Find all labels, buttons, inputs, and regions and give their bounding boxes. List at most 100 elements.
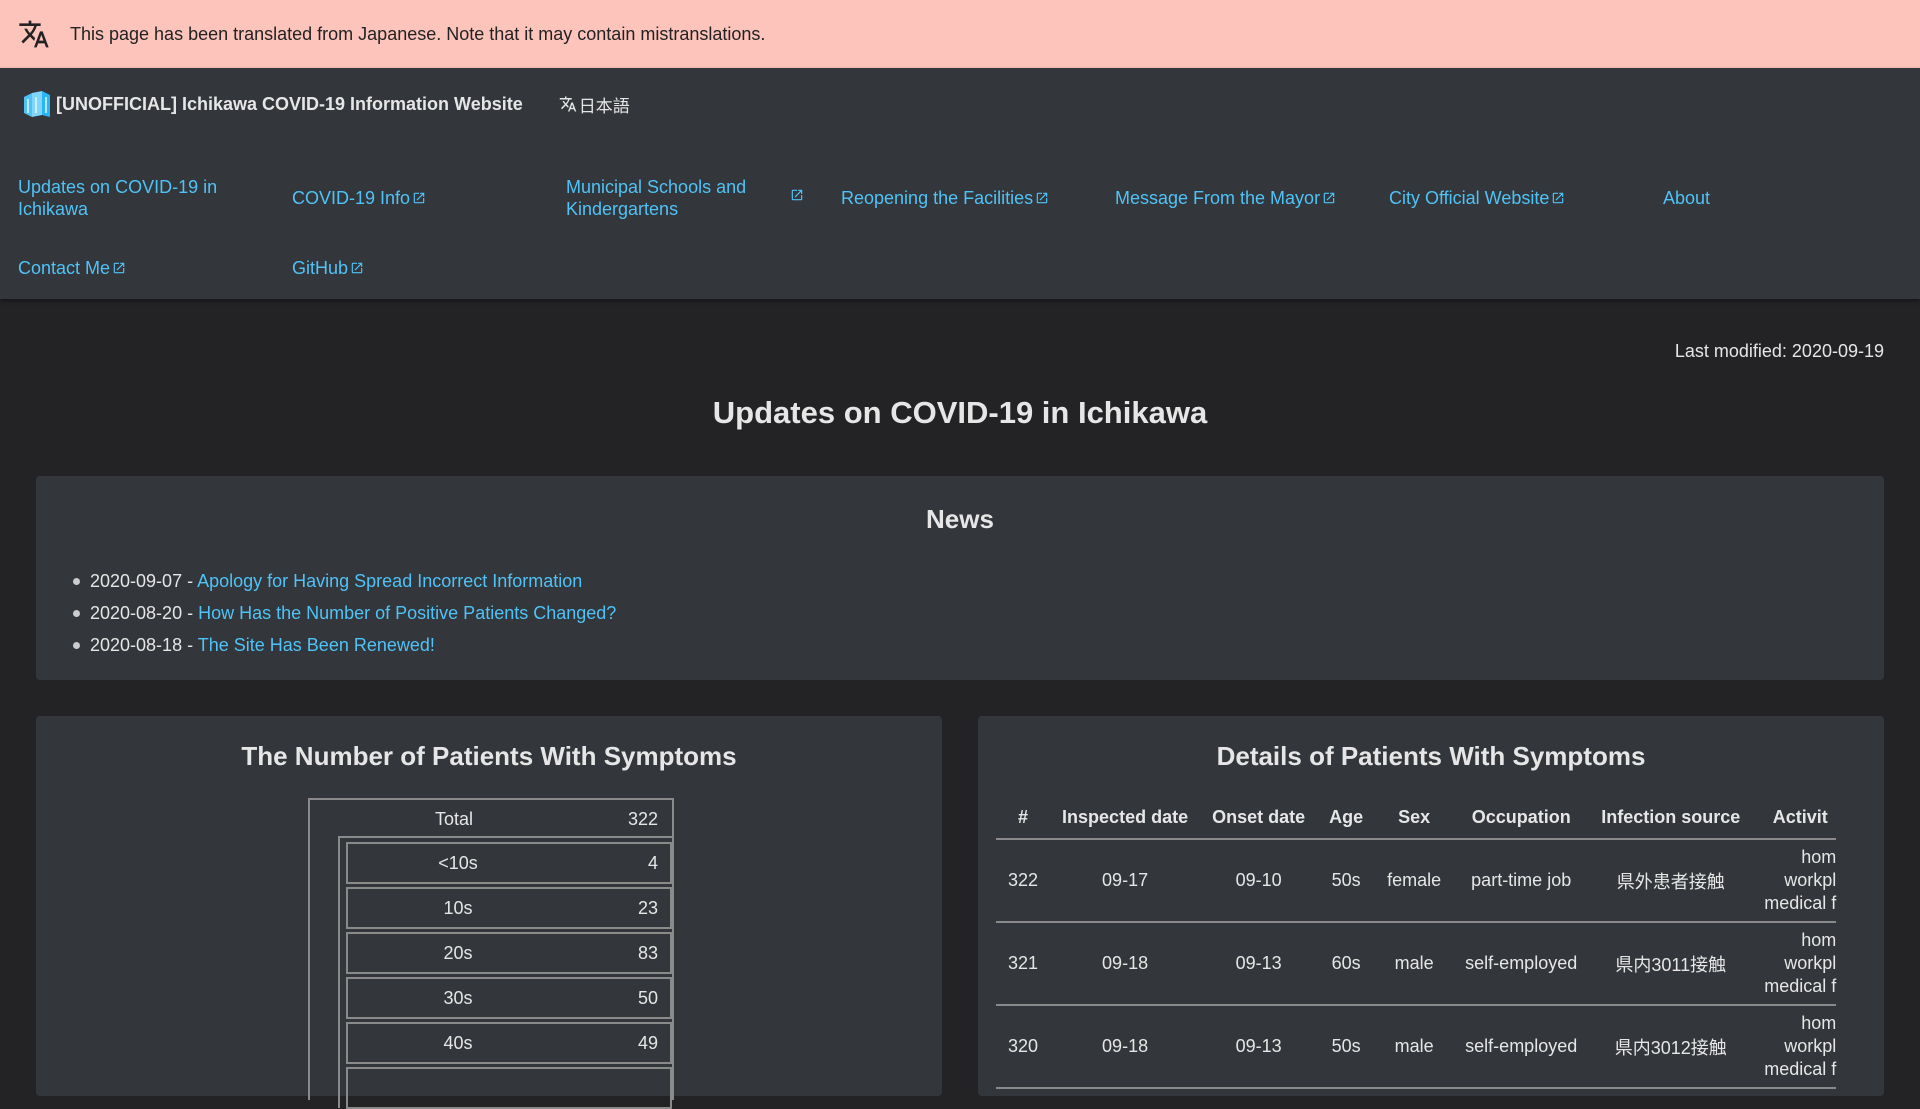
activity-line: medical f (1764, 893, 1837, 913)
age-row: 30s 50 (346, 977, 672, 1019)
external-link-icon (351, 262, 363, 274)
translate-icon (19, 20, 49, 48)
news-item: 2020-08-20 - How Has the Number of Posit… (73, 597, 1884, 629)
column-header[interactable]: Inspected date (1050, 796, 1201, 840)
language-label: 日本語 (578, 96, 630, 116)
age-value: 83 (637, 943, 658, 963)
table-cell: female (1375, 839, 1454, 923)
table-row: 320 09-18 09-13 50s male self-employed 県… (996, 1005, 1837, 1089)
table-cell: 09-13 (1200, 922, 1318, 1006)
table-cell: 320 (996, 1005, 1051, 1089)
nav-item-label: Contact Me (18, 258, 111, 278)
age-row (346, 1067, 672, 1109)
nav-item-mayor-message[interactable]: Message From the Mayor (1115, 187, 1375, 209)
external-link-icon (413, 192, 425, 204)
nav-item-label: Message From the Mayor (1115, 188, 1321, 208)
main-nav: Updates on COVID-19 in Ichikawa COVID-19… (0, 140, 1920, 299)
age-label: 20s (443, 943, 473, 963)
nav-item-label: GitHub (292, 258, 349, 278)
nav-item-updates[interactable]: Updates on COVID-19 in Ichikawa (18, 176, 278, 220)
age-row: 40s 49 (346, 1022, 672, 1064)
nav-item-label: Municipal Schools and Kindergartens (566, 177, 747, 219)
news-item: 2020-09-07 - Apology for Having Spread I… (73, 565, 1884, 597)
nav-item-about[interactable]: About (1663, 187, 1920, 209)
news-date: 2020-08-20 - (90, 603, 199, 623)
age-value: 49 (637, 1033, 658, 1053)
brand-row: [UNOFFICIAL] Ichikawa COVID-19 Informati… (0, 68, 1920, 140)
activity-line: hom (1801, 930, 1837, 950)
age-value: 23 (637, 898, 658, 918)
activity-line: workpl (1784, 1036, 1837, 1056)
table-cell: part-time job (1453, 839, 1590, 923)
table-row: 322 09-17 09-10 50s female part-time job… (996, 839, 1837, 923)
city-logo-icon[interactable] (20, 87, 54, 121)
nav-item-github[interactable]: GitHub (292, 257, 552, 279)
patients-chart-card: The Number of Patients With Symptoms Tot… (36, 716, 942, 1109)
news-link[interactable]: Apology for Having Spread Incorrect Info… (197, 571, 582, 591)
table-row: 321 09-18 09-13 60s male self-employed 県… (996, 922, 1837, 1006)
nav-item-label: City Official Website (1389, 188, 1550, 208)
patient-details-title: Details of Patients With Symptoms (1216, 741, 1646, 771)
nav-item-label: About (1663, 188, 1711, 208)
table-cell: 09-13 (1200, 1005, 1318, 1089)
table-cell: 09-18 (1050, 922, 1201, 1006)
news-date: 2020-08-18 - (90, 635, 198, 655)
table-cell: 322 (996, 839, 1051, 923)
news-date: 2020-09-07 - (90, 571, 198, 591)
nav-item-covid-info[interactable]: COVID-19 Info (292, 187, 552, 209)
news-list: 2020-09-07 - Apology for Having Spread I… (36, 565, 1884, 661)
nav-item-label: Reopening the Facilities (841, 188, 1034, 208)
age-label: <10s (438, 853, 478, 873)
column-header[interactable]: Occupation (1453, 796, 1590, 840)
news-title: News (926, 504, 994, 534)
table-cell: 県内3012接触 (1589, 1005, 1753, 1089)
news-card: News 2020-09-07 - Apology for Having Spr… (36, 476, 1884, 680)
column-header[interactable]: Age (1317, 796, 1376, 840)
column-header[interactable]: # (996, 796, 1051, 840)
translation-banner: This page has been translated from Japan… (0, 0, 1920, 68)
nav-item-city-website[interactable]: City Official Website (1389, 187, 1649, 209)
age-label: 10s (443, 898, 473, 918)
activity-line: hom (1801, 847, 1837, 867)
table-cell: 321 (996, 922, 1051, 1006)
total-value: 322 (627, 809, 658, 829)
table-cell: 50s (1317, 839, 1376, 923)
nav-item-schools[interactable]: Municipal Schools and Kindergartens (566, 176, 806, 220)
table-header-row: # Inspected date Onset date Age Sex Occu… (996, 796, 1837, 840)
last-modified: Last modified: 2020-09-19 (1674, 341, 1884, 361)
age-label: 40s (443, 1033, 473, 1053)
column-header[interactable]: Activit (1752, 796, 1837, 840)
site-title[interactable]: [UNOFFICIAL] Ichikawa COVID-19 Informati… (56, 94, 523, 115)
table-cell: male (1375, 922, 1454, 1006)
table-cell: self-employed (1453, 1005, 1590, 1089)
external-link-icon (1553, 192, 1564, 204)
age-label: 30s (443, 988, 473, 1008)
age-row: 10s 23 (346, 887, 672, 929)
nav-item-reopening[interactable]: Reopening the Facilities (841, 187, 1101, 209)
age-row: <10s 4 (346, 842, 672, 884)
column-header[interactable]: Onset date (1200, 796, 1318, 840)
activity-line: workpl (1784, 953, 1837, 973)
nav-item-label: COVID-19 Info (292, 188, 411, 208)
news-link[interactable]: How Has the Number of Positive Patients … (198, 603, 616, 623)
table-cell: 09-17 (1050, 839, 1201, 923)
age-tree: Total 322 <10s 4 10s 23 20s 83 30s 50 40… (308, 798, 674, 1109)
column-header[interactable]: Sex (1375, 796, 1454, 840)
table-cell: 県外患者接触 (1589, 839, 1753, 923)
translate-icon (559, 96, 576, 112)
language-switcher[interactable]: 日本語 (559, 92, 630, 117)
activity-line: medical f (1764, 1059, 1837, 1079)
table-cell-activity: hom workpl medical f (1752, 1005, 1837, 1089)
patient-details-table-container[interactable]: # Inspected date Onset date Age Sex Occu… (996, 796, 1866, 1096)
nav-item-contact[interactable]: Contact Me (18, 257, 278, 279)
nav-item-label: Updates on COVID-19 in Ichikawa (18, 177, 218, 219)
news-item: 2020-08-18 - The Site Has Been Renewed! (73, 629, 1884, 661)
table-cell: 09-18 (1050, 1005, 1201, 1089)
news-link[interactable]: The Site Has Been Renewed! (198, 635, 435, 655)
table-cell-activity: hom workpl medical f (1752, 922, 1837, 1006)
total-row: Total 322 (310, 800, 672, 836)
table-cell: 県内3011接触 (1589, 922, 1753, 1006)
activity-line: workpl (1784, 870, 1837, 890)
column-header[interactable]: Infection source (1589, 796, 1753, 840)
table-cell: 09-10 (1200, 839, 1318, 923)
